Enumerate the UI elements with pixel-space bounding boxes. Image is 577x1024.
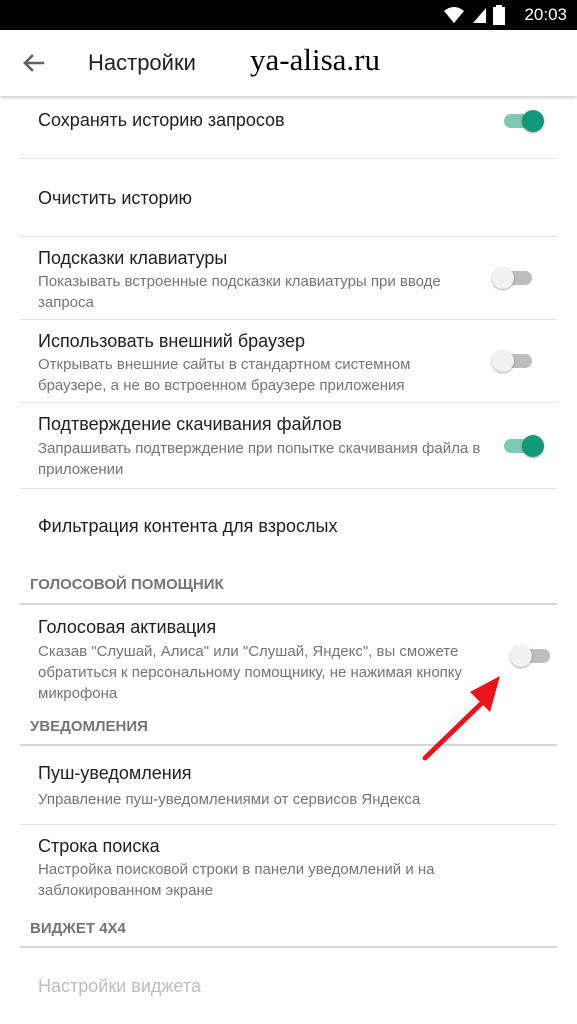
settings-list: Сохранять историю запросов Очистить исто… — [0, 96, 577, 1024]
watermark: ya-alisa.ru — [250, 42, 380, 77]
wifi-icon — [444, 7, 464, 23]
signal-icon — [473, 8, 486, 23]
page-title: Настройки — [88, 50, 196, 75]
red-arrow-annotation — [422, 676, 500, 761]
status-bar: 20:03 — [0, 0, 577, 30]
app-bar: Настройки ya-alisa.ru — [0, 30, 577, 96]
back-arrow-icon[interactable] — [18, 48, 48, 78]
status-time: 20:03 — [524, 5, 567, 24]
battery-icon — [493, 5, 505, 25]
status-icons — [443, 5, 505, 25]
